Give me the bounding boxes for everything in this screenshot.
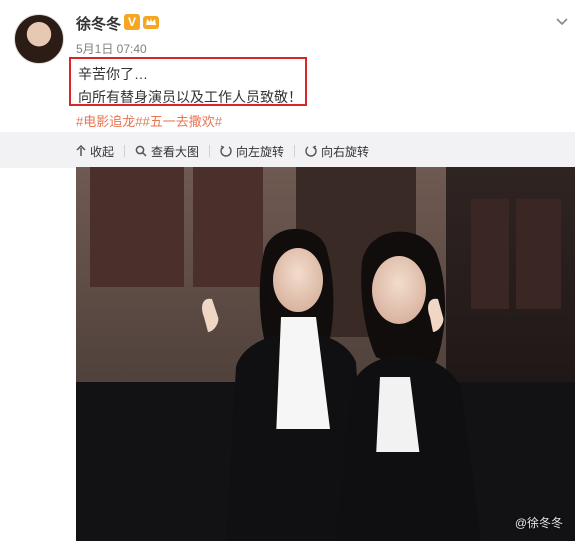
author-name[interactable]: 徐冬冬 [76, 13, 121, 34]
rotate-right-icon [305, 145, 317, 157]
crown-icon [143, 16, 159, 29]
rotate-right-label: 向右旋转 [321, 144, 370, 159]
divider [124, 145, 126, 157]
post-text-line: 向所有替身演员以及工作人员致敬！ [78, 89, 302, 105]
rotate-left-button[interactable]: 向左旋转 [220, 143, 284, 160]
divider [209, 145, 211, 157]
photo-scene [76, 167, 575, 541]
post-text-line: 辛苦你了… [78, 66, 148, 82]
rotate-left-label: 向左旋转 [236, 144, 285, 159]
rotate-right-button[interactable]: 向右旋转 [305, 143, 369, 160]
post-time[interactable]: 5月1日 07:40 [76, 40, 147, 57]
chevron-down-icon[interactable] [556, 18, 568, 26]
search-icon [135, 145, 147, 157]
verified-badge-icon: V [124, 14, 140, 30]
hashtags[interactable]: #电影追龙##五一去撒欢# [76, 111, 222, 130]
collapse-label: 收起 [90, 144, 115, 159]
collapse-icon [76, 145, 86, 156]
post-photo[interactable]: @徐冬冬 [76, 167, 575, 541]
avatar[interactable] [14, 14, 64, 64]
view-large-label: 查看大图 [151, 144, 200, 159]
collapse-button[interactable]: 收起 [76, 143, 114, 160]
media-toolbar: 收起 查看大图 向左旋转 向右旋转 [76, 142, 379, 160]
rotate-left-icon [220, 145, 232, 157]
divider [294, 145, 296, 157]
view-large-button[interactable]: 查看大图 [135, 143, 199, 160]
watermark: @徐冬冬 [514, 516, 563, 530]
